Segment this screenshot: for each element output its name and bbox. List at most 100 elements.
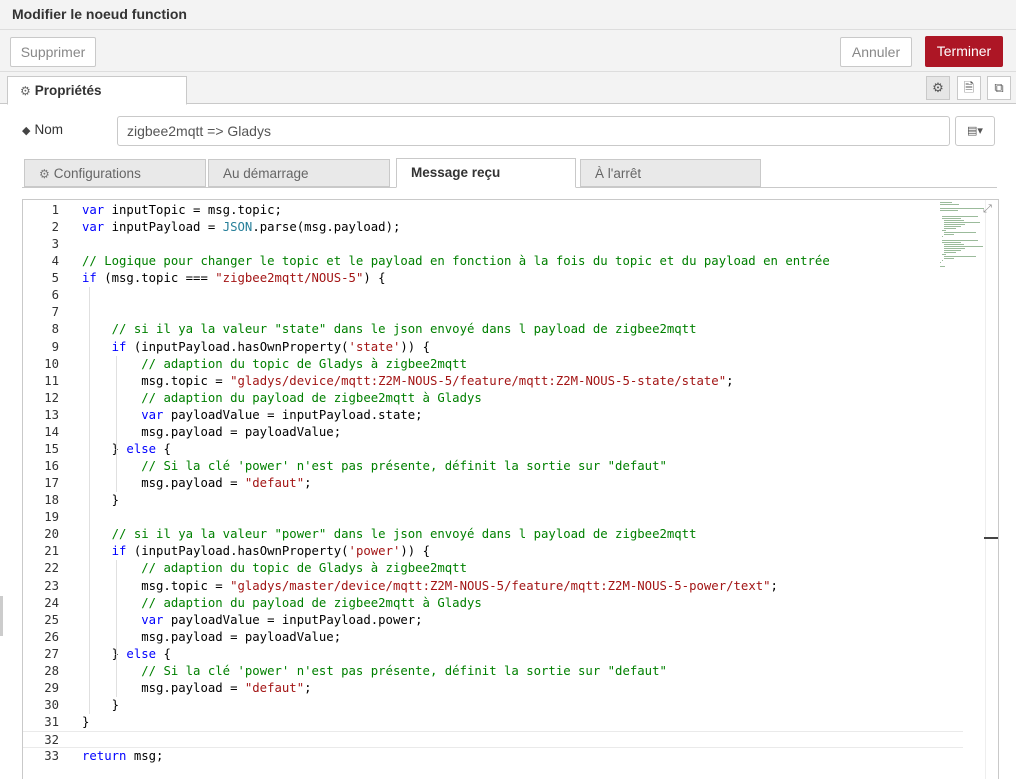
code-line: 16 // Si la clé 'power' n'est pas présen… [23,458,963,475]
line-number: 14 [44,424,59,439]
done-button[interactable]: Terminer [925,36,1003,67]
dialog-title-bar: Modifier le noeud function [0,0,1016,30]
code-text: } [82,698,120,713]
line-number: 3 [51,237,59,252]
tab-label: Message reçu [411,165,501,180]
tag-icon: ◆ [22,125,31,137]
icon-picker-button[interactable]: ▤▾ [955,116,995,146]
code-line: 28 // Si la clé 'power' n'est pas présen… [23,663,963,680]
tab-on-start[interactable]: Au démarrage [208,159,390,187]
book-icon: ▤▾ [967,125,983,137]
line-number: 20 [44,527,59,542]
tab-label: À l'arrêt [595,166,642,181]
line-number: 31 [44,715,59,730]
dialog-title: Modifier le noeud function [12,6,187,22]
line-number: 16 [44,459,59,474]
tab-configurations[interactable]: ⚙ Configurations [24,159,206,187]
name-input[interactable]: zigbee2mqtt => Gladys [117,116,950,146]
tab-properties[interactable]: ⚙ Propriétés [7,76,187,105]
code-line: 1 var inputTopic = msg.topic; [23,202,963,219]
indent-guide [89,287,90,715]
code-text: if (msg.topic === "zigbee2mqtt/NOUS-5") … [82,271,386,286]
code-text: if (inputPayload.hasOwnProperty('power')… [111,544,430,559]
code-line: 31} [23,714,963,731]
line-number: 18 [44,493,59,508]
code-text: // si il ya la valeur "state" dans le js… [111,322,697,337]
gear-icon: ⚙ [20,84,31,98]
code-text: // adaption du topic de Gladys à zigbee2… [141,356,467,371]
code-line: 30 } [23,697,963,714]
line-number: 22 [44,561,59,576]
code-line: 19 [23,509,963,526]
line-number: 12 [44,390,59,405]
tray-tabs: ⚙ Propriétés ⚙ 🗎 ⧉ [0,72,1016,105]
appearance-tab-icon[interactable]: ⧉ [987,76,1011,100]
line-number: 13 [44,407,59,422]
code-line: 21 if (inputPayload.hasOwnProperty('powe… [23,543,963,560]
code-line: 11 msg.topic = "gladys/device/mqtt:Z2M-N… [23,373,963,390]
line-number: 19 [44,510,59,525]
code-line: 4 // Logique pour changer le topic et le … [23,253,963,270]
code-text: // si il ya la valeur "power" dans le js… [111,527,697,542]
gear-icon: ⚙ [932,80,944,95]
code-text: msg.payload = payloadValue; [82,424,342,439]
code-text: return msg; [82,749,164,764]
scrollbar-marker [984,537,998,539]
code-text: } [82,493,120,508]
code-line: 8 // si il ya la valeur "state" dans le … [23,321,963,338]
code-line: 14 msg.payload = payloadValue; [23,424,963,441]
code-text: if (inputPayload.hasOwnProperty('state')… [111,339,430,354]
code-line: 9 if (inputPayload.hasOwnProperty('state… [23,339,963,356]
tab-on-stop[interactable]: À l'arrêt [580,159,761,187]
code-line: 18 } [23,492,963,509]
code-text: var inputPayload = JSON.parse(msg.payloa… [82,220,401,235]
indent-guide [116,560,117,698]
line-number: 6 [51,288,59,303]
document-icon: 🗎 [963,80,975,95]
code-text: // Logique pour changer le topic et le p… [82,254,830,269]
line-number: 17 [44,476,59,491]
layout-icon: ⧉ [994,80,1004,95]
code-line: 13 var payloadValue = inputPayload.state… [23,407,963,424]
expand-icon[interactable]: ⤢ [983,203,992,216]
cancel-button[interactable]: Annuler [840,37,912,67]
code-text: var payloadValue = inputPayload.power; [141,612,423,627]
tab-label: Configurations [53,166,141,181]
line-number: 23 [44,578,59,593]
code-line: 32 [23,731,963,749]
editor-scrollbar[interactable] [985,200,998,779]
line-number: 29 [44,680,59,695]
code-text: msg.topic = "gladys/master/device/mqtt:Z… [82,578,778,593]
code-text: var payloadValue = inputPayload.state; [141,407,423,422]
code-line: 23 msg.topic = "gladys/master/device/mqt… [23,578,963,595]
code-text: // Si la clé 'power' n'est pas présente,… [141,459,667,474]
code-line: 29 msg.payload = "defaut"; [23,680,963,697]
line-number: 10 [44,356,59,371]
code-line: 5 if (msg.topic === "zigbee2mqtt/NOUS-5")… [23,270,963,287]
line-number: 25 [44,612,59,627]
settings-tab-icon[interactable]: ⚙ [926,76,950,100]
gear-icon: ⚙ [39,167,50,181]
code-text: } else { [82,646,171,661]
code-line: 22 // adaption du topic de Gladys à zigb… [23,560,963,577]
code-line: 2 var inputPayload = JSON.parse(msg.paylo… [23,219,963,236]
panel-resize-handle[interactable] [0,596,3,636]
line-number: 27 [44,646,59,661]
code-line: 7 [23,304,963,321]
line-number: 21 [44,544,59,559]
line-number: 24 [44,595,59,610]
code-line: 3 [23,236,963,253]
code-line: 26 msg.payload = payloadValue; [23,629,963,646]
delete-button[interactable]: Supprimer [10,37,96,67]
name-label: ◆ Nom [22,122,63,137]
description-tab-icon[interactable]: 🗎 [957,76,981,100]
code-line: 33 return msg; [23,748,963,765]
line-number: 33 [44,749,59,764]
code-text: // adaption du payload de zigbee2mqtt à … [141,390,482,405]
line-number: 15 [44,441,59,456]
line-number: 8 [51,322,59,337]
line-number: 4 [51,254,59,269]
tab-on-message[interactable]: Message reçu [396,158,576,188]
code-line: 25 var payloadValue = inputPayload.power… [23,612,963,629]
code-editor[interactable]: ⤢ 1 var inputTopic = msg.topic; 2 var input… [22,199,999,779]
